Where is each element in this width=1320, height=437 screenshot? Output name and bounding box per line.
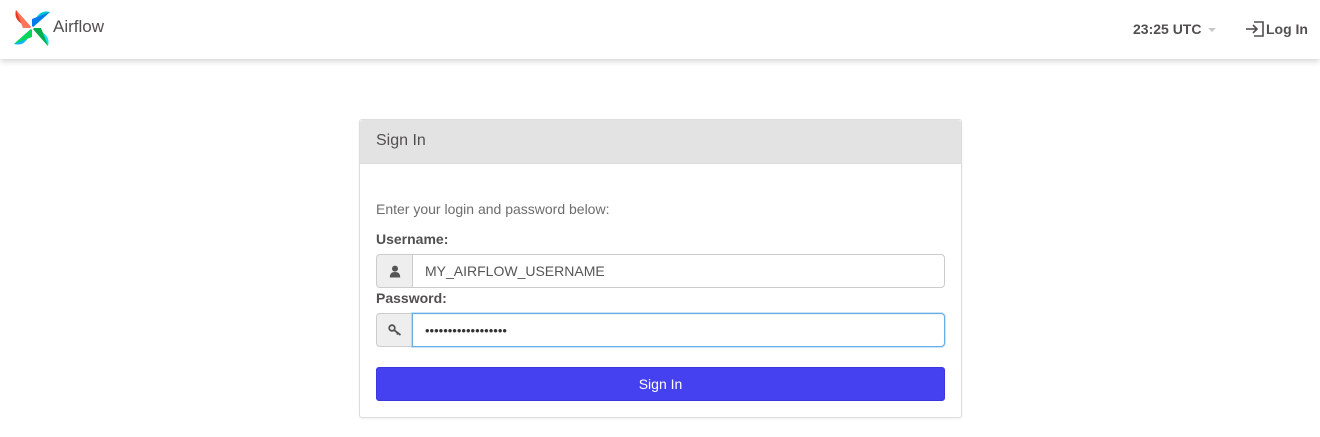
brand-link[interactable]: Airflow <box>13 9 104 47</box>
clock-time: 23:25 UTC <box>1133 21 1202 37</box>
brand-name: Airflow <box>53 17 105 36</box>
signin-panel: Sign In Enter your login and password be… <box>359 119 962 418</box>
username-addon <box>376 254 412 288</box>
login-link[interactable]: Log In <box>1245 19 1308 39</box>
password-group: •••••••••••••••••• <box>376 313 945 347</box>
username-group <box>376 254 945 288</box>
key-icon <box>387 324 401 336</box>
panel-body: Enter your login and password below: Use… <box>360 164 961 418</box>
clock-dropdown[interactable]: 23:25 UTC <box>1133 20 1217 38</box>
airflow-logo-icon <box>14 10 50 46</box>
panel-title: Sign In <box>360 120 961 164</box>
sign-in-icon <box>1246 21 1264 37</box>
signin-button[interactable]: Sign In <box>376 367 945 401</box>
password-input[interactable]: •••••••••••••••••• <box>412 313 945 347</box>
password-label: Password: <box>376 290 447 306</box>
user-icon <box>389 265 400 277</box>
password-mask: •••••••••••••••••• <box>425 322 507 338</box>
login-hint: Enter your login and password below: <box>376 201 610 217</box>
caret-down-icon <box>1208 28 1217 32</box>
login-label: Log In <box>1266 21 1308 37</box>
username-input[interactable] <box>412 254 945 288</box>
navbar: Airflow 23:25 UTC Log In <box>0 0 1320 59</box>
username-label: Username: <box>376 231 449 247</box>
password-addon <box>376 313 412 347</box>
